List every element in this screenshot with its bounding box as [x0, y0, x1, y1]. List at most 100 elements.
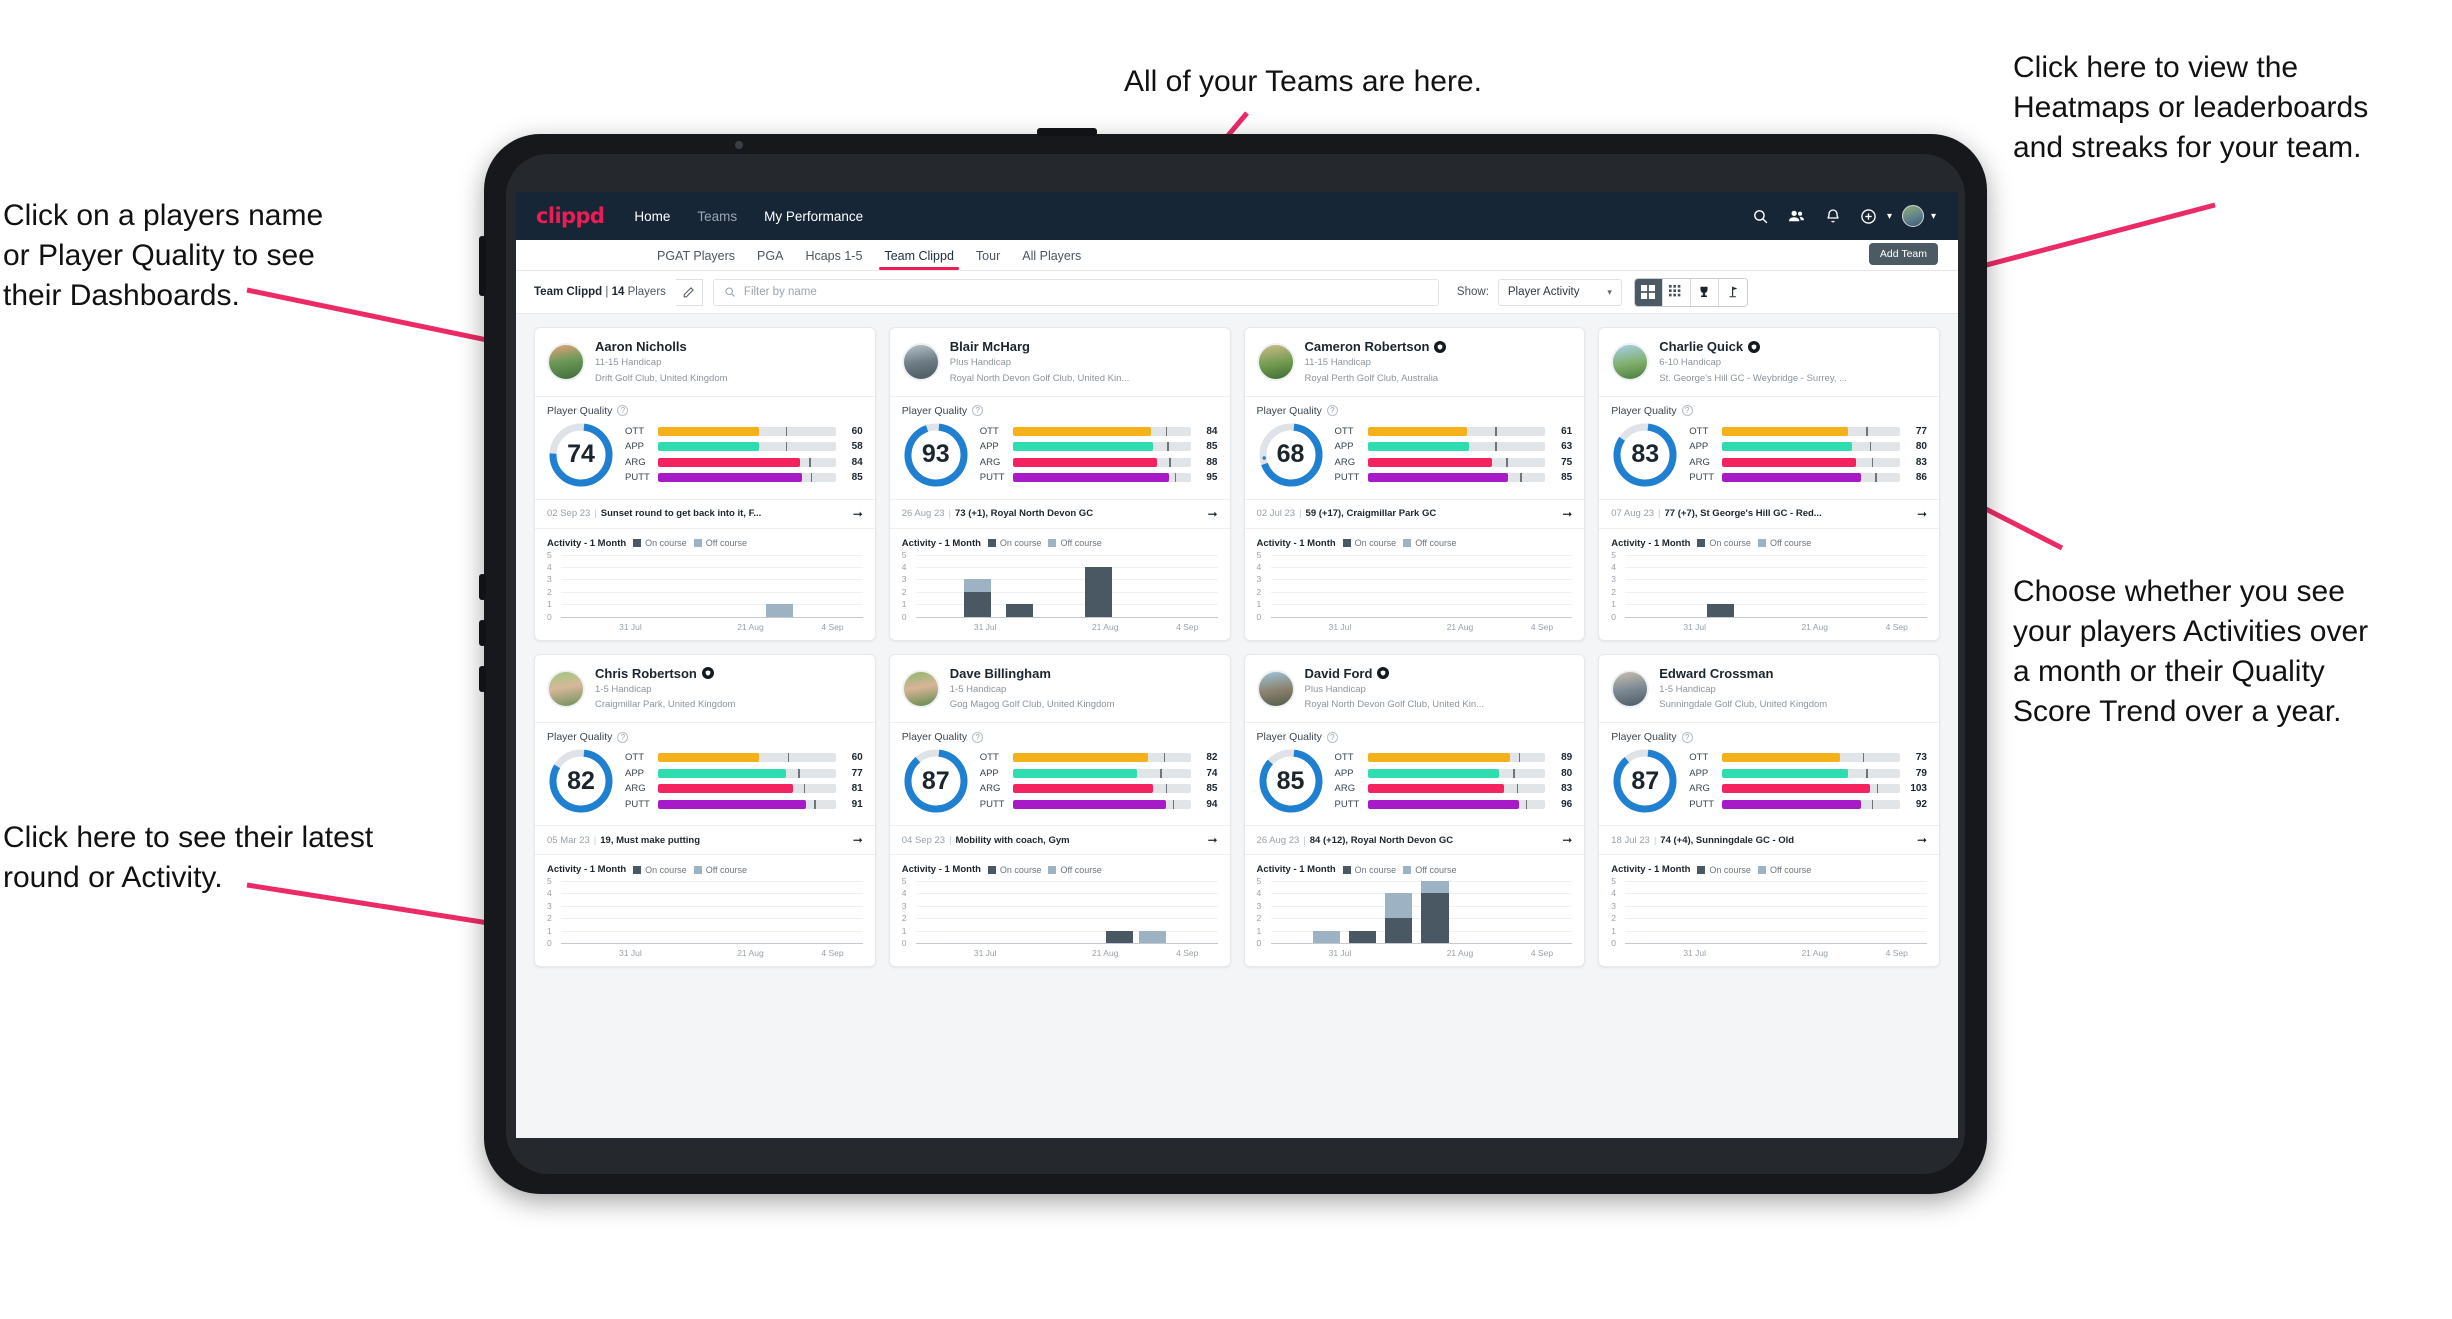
- tab-all-players[interactable]: All Players: [1011, 249, 1092, 270]
- latest-round-row[interactable]: 07 Aug 23 | 77 (+7), St George's Hill GC -…: [1599, 498, 1939, 529]
- add-team-button[interactable]: Add Team: [1868, 243, 1938, 265]
- player-name[interactable]: Aaron Nicholls: [595, 339, 728, 354]
- avatar[interactable]: [547, 343, 585, 382]
- player-quality-body[interactable]: 93 OTT 84 APP 85 ARG 88 PUTT 95: [890, 419, 1230, 499]
- trophy-icon[interactable]: [1690, 278, 1719, 306]
- tab-pga[interactable]: PGA: [746, 249, 794, 270]
- arrow-right-icon[interactable]: ➞: [1917, 833, 1927, 847]
- quality-ring[interactable]: 93: [902, 421, 970, 489]
- arrow-right-icon[interactable]: ➞: [1207, 833, 1217, 847]
- power-button[interactable]: [1037, 128, 1097, 136]
- arrow-right-icon[interactable]: ➞: [1207, 507, 1217, 521]
- logo[interactable]: clippd: [536, 204, 605, 228]
- arrow-right-icon[interactable]: ➞: [1562, 833, 1572, 847]
- player-card-header[interactable]: Dave Billingham 1-5 Handicap Gog Magog Gol…: [890, 655, 1230, 723]
- player-card[interactable]: Aaron Nicholls 11-15 Handicap Drift Golf C…: [534, 327, 876, 641]
- player-name[interactable]: Charlie Quick: [1659, 339, 1847, 354]
- player-card[interactable]: Blair McHarg Plus Handicap Royal North Dev…: [888, 327, 1231, 641]
- avatar-chevron-down-icon[interactable]: ▾: [1931, 211, 1936, 222]
- show-select[interactable]: Player Activity ▾: [1497, 278, 1622, 306]
- player-quality-body[interactable]: 87 OTT 82 APP 74 ARG 85 PUTT 94: [890, 745, 1230, 825]
- people-icon[interactable]: [1782, 201, 1812, 231]
- quality-ring[interactable]: 74: [547, 421, 615, 489]
- side-button-c[interactable]: [479, 666, 486, 692]
- avatar[interactable]: [1611, 669, 1650, 708]
- quality-ring[interactable]: 82: [547, 747, 615, 815]
- player-name[interactable]: Cameron Robertson: [1305, 339, 1447, 354]
- latest-round-row[interactable]: 18 Jul 23 | 74 (+4), Sunningdale GC - Old ➞: [1599, 825, 1939, 856]
- player-card[interactable]: Edward Crossman 1-5 Handicap Sunningdale G…: [1598, 653, 1940, 968]
- player-quality-body[interactable]: 83 OTT 77 APP 80 ARG 83 PUTT 86: [1599, 419, 1939, 499]
- avatar[interactable]: [1256, 343, 1295, 382]
- player-card-header[interactable]: Cameron Robertson 11-15 Handicap Royal Per…: [1245, 328, 1585, 396]
- tab-hcaps-1-5[interactable]: Hcaps 1-5: [794, 249, 873, 270]
- arrow-right-icon[interactable]: ➞: [853, 507, 863, 521]
- volume-up-button[interactable]: [479, 236, 486, 296]
- avatar[interactable]: [547, 669, 585, 708]
- arrow-right-icon[interactable]: ➞: [1562, 507, 1572, 521]
- flag-icon[interactable]: [1718, 278, 1747, 306]
- latest-round-row[interactable]: 02 Jul 23 | 59 (+17), Craigmillar Park GC ➞: [1244, 498, 1585, 529]
- help-icon[interactable]: ?: [972, 731, 984, 743]
- help-icon[interactable]: ?: [1326, 731, 1338, 743]
- player-card-header[interactable]: Chris Robertson 1-5 Handicap Craigmillar P…: [535, 655, 875, 723]
- quality-ring[interactable]: 87: [902, 747, 970, 815]
- help-icon[interactable]: ?: [972, 405, 984, 417]
- latest-round-row[interactable]: 26 Aug 23 | 73 (+1), Royal North Devon GC ➞: [889, 498, 1230, 529]
- player-name[interactable]: Dave Billingham: [950, 666, 1115, 681]
- quality-ring[interactable]: 83: [1611, 421, 1679, 489]
- grid-small-icon[interactable]: [1662, 278, 1691, 306]
- help-icon[interactable]: ?: [1681, 731, 1693, 743]
- player-card-header[interactable]: Edward Crossman 1-5 Handicap Sunningdale G…: [1599, 655, 1939, 723]
- search-icon[interactable]: [1746, 201, 1776, 231]
- plus-chevron-down-icon[interactable]: ▾: [1887, 211, 1892, 222]
- avatar[interactable]: [901, 669, 940, 708]
- tab-pgat-players[interactable]: PGAT Players: [646, 249, 746, 270]
- avatar[interactable]: [1256, 669, 1295, 708]
- latest-round-row[interactable]: 26 Aug 23 | 84 (+12), Royal North Devon GC…: [1244, 825, 1585, 856]
- side-button-b[interactable]: [479, 620, 486, 646]
- nav-home[interactable]: Home: [634, 209, 670, 224]
- nav-my-performance[interactable]: My Performance: [764, 209, 863, 224]
- side-button-a[interactable]: [479, 574, 486, 600]
- quality-ring[interactable]: 87: [1611, 747, 1679, 815]
- player-card[interactable]: Charlie Quick 6-10 Handicap St. George's H…: [1598, 327, 1940, 641]
- plus-circle-icon[interactable]: [1854, 201, 1884, 231]
- player-card[interactable]: Dave Billingham 1-5 Handicap Gog Magog Gol…: [888, 653, 1231, 968]
- tab-team-clippd[interactable]: Team Clippd: [873, 249, 964, 270]
- latest-round-row[interactable]: 04 Sep 23 | Mobility with coach, Gym ➞: [889, 825, 1230, 856]
- grid-large-icon[interactable]: [1634, 278, 1663, 306]
- player-quality-body[interactable]: 87 OTT 73 APP 79 ARG 103 PUTT 92: [1599, 745, 1939, 825]
- player-card-header[interactable]: David Ford Plus Handicap Royal North Devon…: [1245, 655, 1585, 723]
- player-quality-body[interactable]: 85 OTT 89 APP 80 ARG 83 PUTT 96: [1245, 745, 1585, 825]
- latest-round-row[interactable]: 05 Mar 23 | 19, Must make putting ➞: [535, 825, 875, 856]
- tab-tour[interactable]: Tour: [965, 249, 1011, 270]
- help-icon[interactable]: ?: [617, 731, 629, 743]
- help-icon[interactable]: ?: [617, 405, 629, 417]
- bell-icon[interactable]: [1818, 201, 1848, 231]
- search-input[interactable]: Filter by name: [712, 278, 1439, 306]
- avatar[interactable]: [901, 343, 940, 382]
- player-name[interactable]: Chris Robertson: [595, 666, 735, 681]
- player-card[interactable]: Chris Robertson 1-5 Handicap Craigmillar P…: [534, 653, 876, 968]
- player-card-header[interactable]: Charlie Quick 6-10 Handicap St. George's H…: [1599, 328, 1939, 396]
- arrow-right-icon[interactable]: ➞: [1917, 507, 1927, 521]
- player-quality-body[interactable]: 74 OTT 60 APP 58 ARG 84 PUTT 85: [535, 419, 875, 499]
- player-card[interactable]: Cameron Robertson 11-15 Handicap Royal Per…: [1243, 327, 1586, 641]
- player-card[interactable]: David Ford Plus Handicap Royal North Devon…: [1243, 653, 1586, 968]
- quality-ring[interactable]: 68: [1257, 421, 1325, 489]
- player-quality-body[interactable]: 68 OTT 61 APP 63 ARG 75 PUTT 85: [1245, 419, 1585, 499]
- player-card-header[interactable]: Blair McHarg Plus Handicap Royal North Dev…: [890, 328, 1230, 396]
- latest-round-row[interactable]: 02 Sep 23 | Sunset round to get back into …: [535, 498, 875, 529]
- player-card-header[interactable]: Aaron Nicholls 11-15 Handicap Drift Golf C…: [535, 328, 875, 396]
- player-name[interactable]: David Ford: [1305, 666, 1485, 681]
- help-icon[interactable]: ?: [1681, 405, 1693, 417]
- avatar[interactable]: [1898, 201, 1928, 231]
- help-icon[interactable]: ?: [1326, 405, 1338, 417]
- player-name[interactable]: Blair McHarg: [950, 339, 1130, 354]
- nav-teams[interactable]: Teams: [697, 209, 737, 224]
- avatar[interactable]: [1611, 343, 1650, 382]
- quality-ring[interactable]: 85: [1257, 747, 1325, 815]
- player-name[interactable]: Edward Crossman: [1659, 666, 1827, 681]
- arrow-right-icon[interactable]: ➞: [853, 833, 863, 847]
